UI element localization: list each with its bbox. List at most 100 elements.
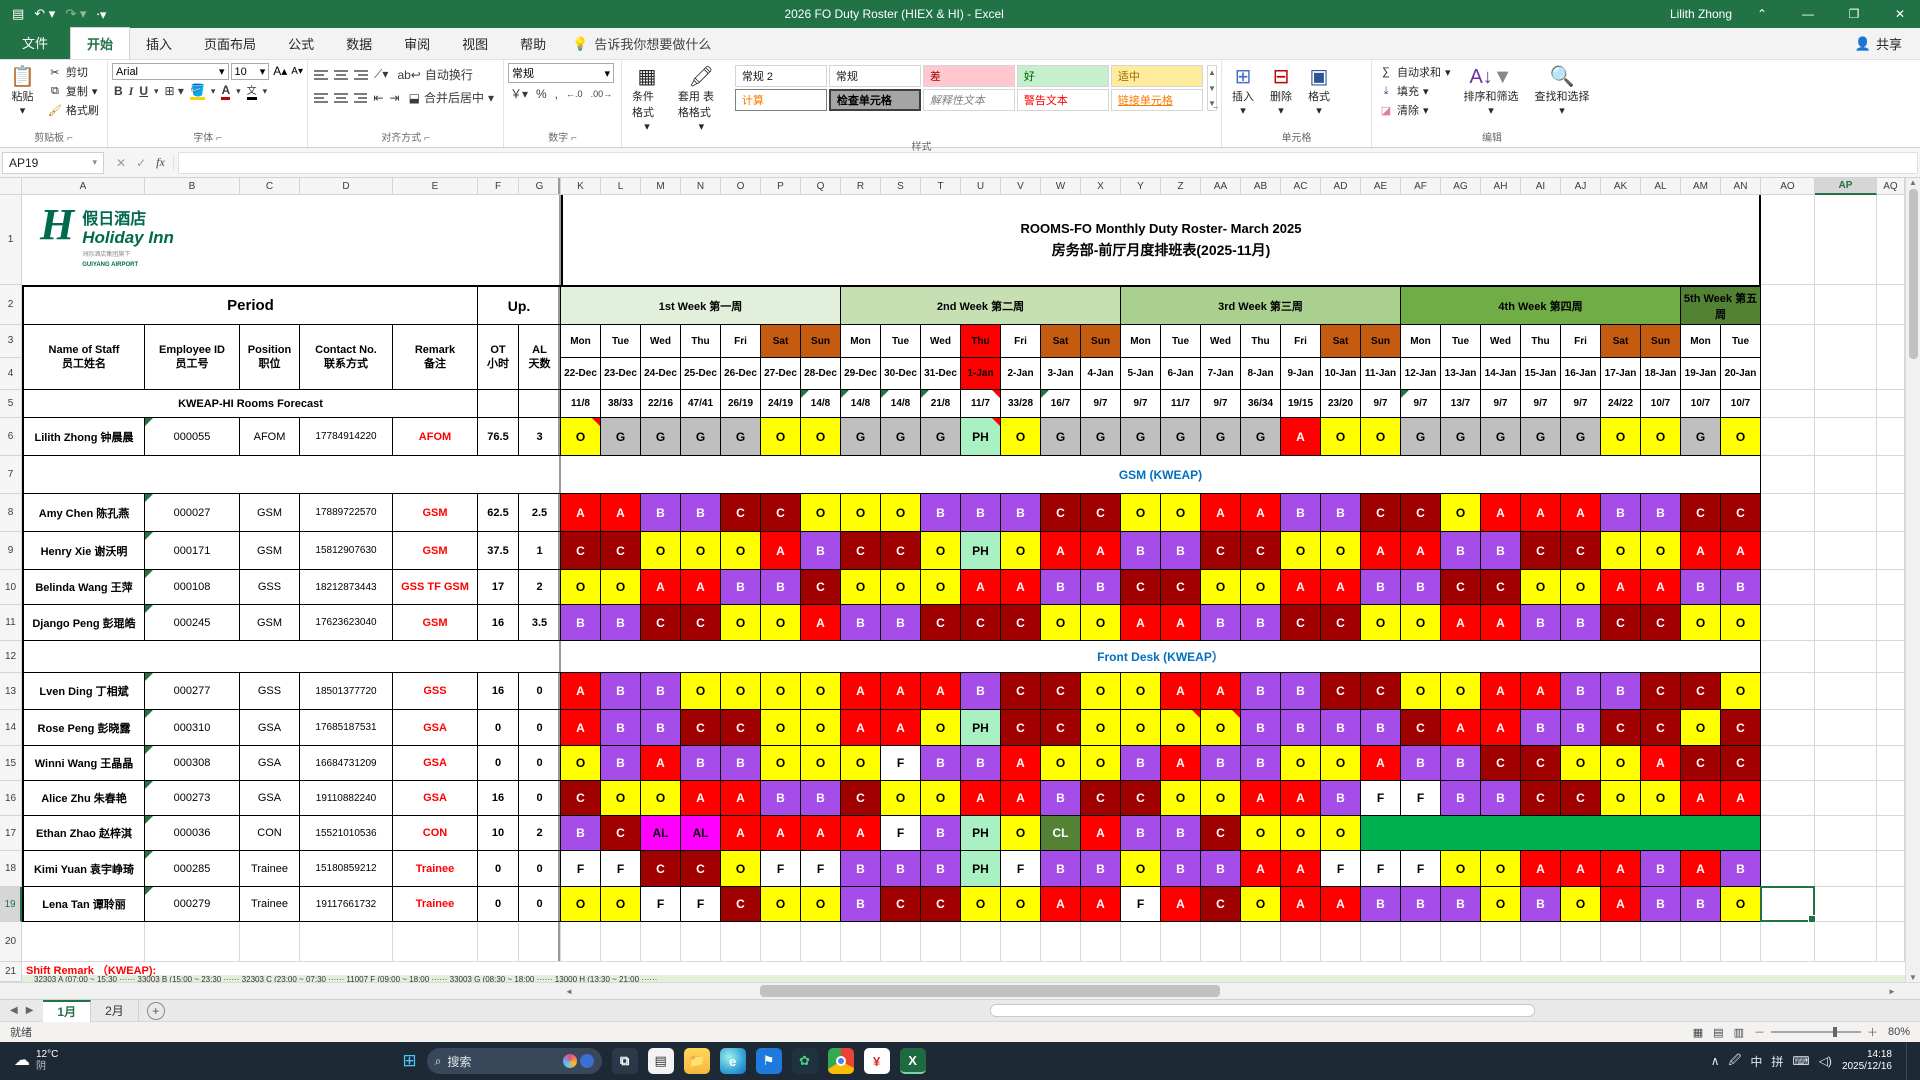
shift-cell[interactable]: C xyxy=(1361,673,1401,710)
row-header-7[interactable]: 7 xyxy=(0,456,22,494)
empty-cell[interactable] xyxy=(801,922,841,962)
row-header-18[interactable]: 18 xyxy=(0,851,22,887)
shift-cell[interactable]: O xyxy=(1001,532,1041,570)
shift-cell[interactable]: B xyxy=(561,816,601,851)
column-header-O[interactable]: O xyxy=(721,178,761,195)
shift-cell[interactable]: O xyxy=(921,532,961,570)
empty-cell[interactable] xyxy=(1877,816,1905,851)
staff-al[interactable]: 2 xyxy=(519,570,561,605)
shift-cell[interactable]: C xyxy=(561,532,601,570)
shift-cell[interactable]: F xyxy=(1401,781,1441,816)
forecast-cell[interactable]: 14/8 xyxy=(881,390,921,418)
empty-cell[interactable] xyxy=(1815,710,1877,746)
date-header[interactable]: 14-Jan xyxy=(1481,358,1521,390)
date-header[interactable]: 12-Jan xyxy=(1401,358,1441,390)
empty-cell[interactable] xyxy=(1761,673,1815,710)
active-cell-AP19[interactable] xyxy=(1760,886,1815,922)
staff-ot[interactable]: 0 xyxy=(478,746,519,781)
start-button[interactable]: ⊞ xyxy=(402,1051,416,1071)
shift-cell[interactable]: A xyxy=(1561,851,1601,887)
cell-style-chip[interactable]: 适中 xyxy=(1111,65,1203,87)
shift-cell[interactable]: B xyxy=(1361,710,1401,746)
shift-cell[interactable]: B xyxy=(801,781,841,816)
shift-cell[interactable]: B xyxy=(1521,710,1561,746)
shift-cell[interactable]: A xyxy=(881,673,921,710)
shift-cell[interactable]: B xyxy=(1121,746,1161,781)
staff-position[interactable]: GSA xyxy=(240,746,300,781)
shift-cell[interactable]: B xyxy=(961,494,1001,532)
empty-cell[interactable] xyxy=(1877,922,1905,962)
empty-cell[interactable] xyxy=(1761,325,1815,390)
forecast-cell[interactable]: 16/7 xyxy=(1041,390,1081,418)
ribbon-tab-审阅[interactable]: 审阅 xyxy=(388,28,446,59)
shift-cell[interactable]: O xyxy=(1561,570,1601,605)
shift-cell[interactable]: O xyxy=(1441,851,1481,887)
shift-cell[interactable]: C xyxy=(1001,605,1041,641)
empty-cell[interactable] xyxy=(1877,532,1905,570)
shift-cell[interactable]: B xyxy=(1401,570,1441,605)
staff-position[interactable]: Trainee xyxy=(240,887,300,922)
normal-view-icon[interactable]: ▦ xyxy=(1693,1026,1703,1039)
staff-al[interactable]: 0 xyxy=(519,887,561,922)
empty-cell[interactable] xyxy=(1761,418,1815,456)
forecast-cell[interactable]: 19/15 xyxy=(1281,390,1321,418)
empty-cell[interactable] xyxy=(1761,285,1815,325)
column-header-AN[interactable]: AN xyxy=(1721,178,1761,195)
copy-button[interactable]: ⧉复制 ▾ xyxy=(45,82,102,100)
forecast-cell[interactable]: 9/7 xyxy=(1081,390,1121,418)
shift-cell[interactable]: O xyxy=(1241,816,1281,851)
date-header[interactable]: 3-Jan xyxy=(1041,358,1081,390)
staff-employee-id[interactable]: 000108 xyxy=(145,570,240,605)
shift-cell[interactable]: A xyxy=(1601,887,1641,922)
date-header[interactable]: 17-Jan xyxy=(1601,358,1641,390)
ribbon-tab-开始[interactable]: 开始 xyxy=(70,27,130,59)
shrink-font-icon[interactable]: A▾ xyxy=(291,63,303,80)
shift-cell[interactable]: C xyxy=(1321,673,1361,710)
shift-cell[interactable]: A xyxy=(1241,851,1281,887)
day-header[interactable]: Mon xyxy=(841,325,881,358)
staff-position[interactable]: GSM xyxy=(240,532,300,570)
empty-cell[interactable] xyxy=(1361,922,1401,962)
shift-cell[interactable]: A xyxy=(801,816,841,851)
day-header[interactable]: Sat xyxy=(1601,325,1641,358)
ribbon-tab-视图[interactable]: 视图 xyxy=(446,28,504,59)
shift-cell[interactable]: C xyxy=(881,532,921,570)
undo-icon[interactable]: ↶ ▾ xyxy=(34,6,55,22)
forecast-cell[interactable]: 9/7 xyxy=(1121,390,1161,418)
forecast-cell[interactable]: 14/8 xyxy=(841,390,881,418)
staff-remark[interactable]: AFOM xyxy=(393,418,478,456)
shift-cell[interactable]: B xyxy=(1281,494,1321,532)
shift-cell[interactable]: A xyxy=(961,570,1001,605)
shift-cell[interactable]: O xyxy=(1201,781,1241,816)
page-break-view-icon[interactable]: ▥ xyxy=(1734,1026,1744,1039)
shift-cell[interactable]: C xyxy=(721,494,761,532)
shift-cell[interactable]: O xyxy=(881,781,921,816)
shift-cell[interactable]: G xyxy=(881,418,921,456)
shift-cell[interactable]: A xyxy=(1681,781,1721,816)
save-icon[interactable]: ▤ xyxy=(12,6,24,22)
shift-cell[interactable]: B xyxy=(641,494,681,532)
day-header[interactable]: Mon xyxy=(561,325,601,358)
finance-app-icon[interactable]: ¥ xyxy=(864,1048,890,1074)
shift-cell[interactable]: B xyxy=(1561,673,1601,710)
shift-cell[interactable]: O xyxy=(1721,605,1761,641)
day-header[interactable]: Sun xyxy=(1641,325,1681,358)
shift-cell[interactable]: A xyxy=(1321,887,1361,922)
staff-remark[interactable]: Trainee xyxy=(393,851,478,887)
shift-cell[interactable]: O xyxy=(601,570,641,605)
shift-cell[interactable]: C xyxy=(601,532,641,570)
staff-position[interactable]: GSS xyxy=(240,570,300,605)
shift-cell[interactable]: B xyxy=(1401,746,1441,781)
minimize-button[interactable]: — xyxy=(1792,0,1824,28)
microsoft-store-icon[interactable]: ⚑ xyxy=(756,1048,782,1074)
shift-cell[interactable]: O xyxy=(1201,570,1241,605)
ime-pinyin-icon[interactable]: 拼 xyxy=(1771,1053,1783,1070)
staff-name[interactable]: Lven Ding 丁相斌 xyxy=(22,673,145,710)
column-header-T[interactable]: T xyxy=(921,178,961,195)
shift-cell[interactable]: C xyxy=(1201,816,1241,851)
shift-cell[interactable]: A xyxy=(1281,418,1321,456)
shift-cell[interactable]: B xyxy=(1721,851,1761,887)
empty-cell[interactable] xyxy=(1761,746,1815,781)
shift-cell[interactable]: G xyxy=(641,418,681,456)
shift-cell[interactable]: A xyxy=(561,673,601,710)
